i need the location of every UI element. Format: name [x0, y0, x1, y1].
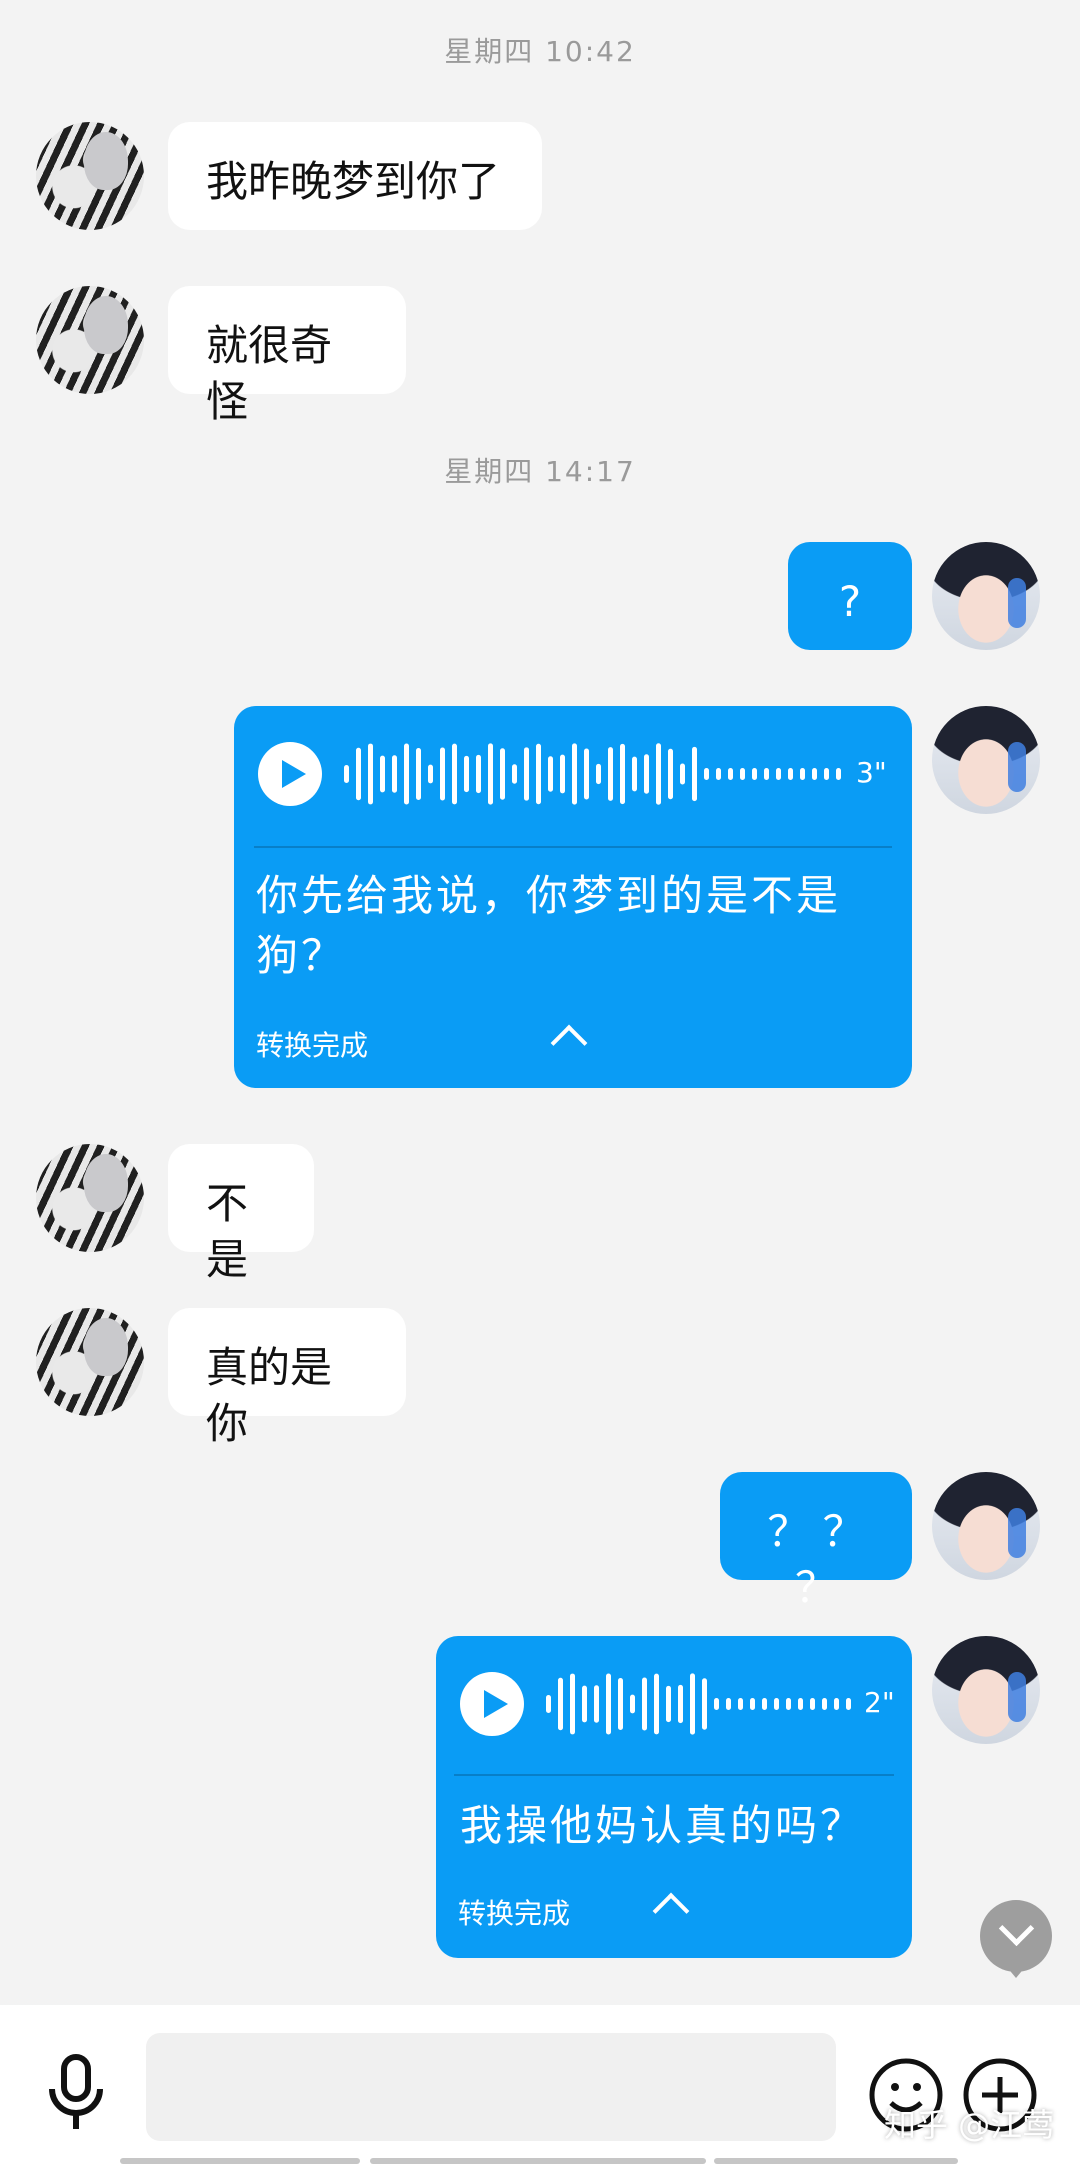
watermark: 知乎 @江莺	[884, 2106, 1055, 2144]
incoming-message[interactable]: 就很奇怪	[168, 286, 406, 426]
home-indicator	[120, 2158, 360, 2164]
contact-avatar[interactable]	[36, 1144, 144, 1252]
caret-up-icon[interactable]	[652, 1892, 690, 1930]
conversion-status: 转换完成	[458, 1897, 571, 1930]
contact-avatar[interactable]	[36, 286, 144, 394]
home-indicator	[370, 2158, 706, 2164]
voice-waveform	[344, 743, 841, 805]
scroll-to-bottom-button[interactable]	[980, 1900, 1052, 1978]
voice-transcript[interactable]: 你先给我说，你梦到的是不是 狗？	[256, 866, 876, 986]
home-indicator	[714, 2158, 958, 2164]
play-icon[interactable]	[460, 1672, 524, 1736]
voice-waveform	[546, 1673, 851, 1735]
divider	[254, 846, 892, 848]
conversion-status: 转换完成	[256, 1029, 369, 1062]
transcript-line: 狗？	[256, 931, 347, 980]
self-avatar[interactable]	[932, 1472, 1040, 1580]
chat-area[interactable]: 星期四 10:42 我昨晚梦到你了 就很奇怪 星期四 14:17 ? 3" 你先…	[0, 0, 1080, 2005]
contact-avatar[interactable]	[36, 1308, 144, 1416]
message-input[interactable]	[146, 2033, 836, 2141]
voice-duration: 2"	[864, 1686, 895, 1719]
incoming-message[interactable]: 不是	[168, 1144, 314, 1284]
incoming-message[interactable]: 真的是你	[168, 1308, 406, 1448]
play-icon[interactable]	[258, 742, 322, 806]
voice-duration: 3"	[856, 756, 887, 789]
transcript-line: 你先给我说，你梦到的是不是	[256, 871, 842, 920]
incoming-message[interactable]: 我昨晚梦到你了	[168, 122, 542, 230]
outgoing-message[interactable]: ?	[788, 542, 912, 650]
timestamp: 星期四 14:17	[444, 455, 636, 488]
contact-avatar[interactable]	[36, 122, 144, 230]
self-avatar[interactable]	[932, 542, 1040, 650]
voice-message[interactable]: 2" 我操他妈认真的吗？ 转换完成	[436, 1636, 912, 1958]
microphone-icon[interactable]	[34, 2051, 118, 2135]
voice-message[interactable]: 3" 你先给我说，你梦到的是不是 狗？ 转换完成	[234, 706, 912, 1088]
outgoing-message[interactable]: ？ ？ ？	[720, 1472, 912, 1612]
caret-up-icon[interactable]	[550, 1024, 588, 1062]
voice-transcript[interactable]: 我操他妈认真的吗？	[460, 1796, 890, 1856]
timestamp: 星期四 10:42	[444, 35, 636, 68]
divider	[454, 1774, 894, 1776]
